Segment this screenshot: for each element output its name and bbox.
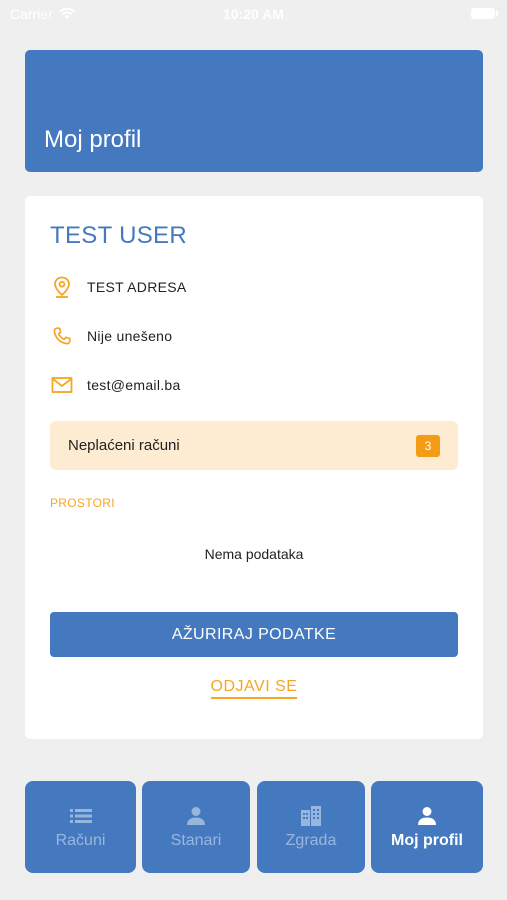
phone-icon xyxy=(50,324,74,348)
battery-icon xyxy=(471,8,498,19)
building-icon xyxy=(300,805,322,827)
tab-label-moj-profil: Moj profil xyxy=(391,831,463,849)
page-title: Moj profil xyxy=(44,126,142,153)
tab-zgrada[interactable]: Zgrada xyxy=(257,781,365,873)
spaces-empty-text: Nema podataka xyxy=(204,546,304,562)
person-icon xyxy=(186,805,206,827)
email-text: test@email.ba xyxy=(87,377,181,393)
spaces-section-label: PROSTORI xyxy=(50,496,115,510)
mail-icon xyxy=(50,373,74,397)
header-card: Moj profil xyxy=(25,50,483,172)
tab-bar: Računi Stanari Zgrada Moj profil xyxy=(25,781,483,873)
email-row: test@email.ba xyxy=(50,372,181,398)
status-bar: Carrier 10:20 AM xyxy=(0,0,507,28)
location-pin-icon xyxy=(50,275,74,299)
logout-link-wrapper: ODJAVI SE xyxy=(25,678,483,699)
tab-stanari[interactable]: Stanari xyxy=(142,781,250,873)
tab-label-zgrada: Zgrada xyxy=(285,831,337,849)
tab-label-stanari: Stanari xyxy=(170,831,222,849)
logout-link[interactable]: ODJAVI SE xyxy=(210,678,298,699)
list-icon xyxy=(69,805,92,827)
tab-moj-profil[interactable]: Moj profil xyxy=(371,781,483,873)
unpaid-bills-row[interactable]: Neplaćeni računi 3 xyxy=(50,421,458,470)
address-row: TEST ADRESA xyxy=(50,274,187,300)
status-time: 10:20 AM xyxy=(223,6,284,22)
address-text: TEST ADRESA xyxy=(87,279,187,295)
tab-racuni[interactable]: Računi xyxy=(25,781,136,873)
tab-label-racuni: Računi xyxy=(55,831,106,849)
profile-card: TEST USER TEST ADRESA Nije unešeno test@… xyxy=(25,196,483,739)
phone-row: Nije unešeno xyxy=(50,323,172,349)
update-data-button[interactable]: AŽURIRAJ PODATKE xyxy=(50,612,458,657)
person-icon xyxy=(417,805,437,827)
user-name: TEST USER xyxy=(50,222,187,249)
phone-text: Nije unešeno xyxy=(87,328,173,344)
unpaid-count-badge: 3 xyxy=(416,434,440,457)
unpaid-bills-label: Neplaćeni računi xyxy=(68,437,180,454)
